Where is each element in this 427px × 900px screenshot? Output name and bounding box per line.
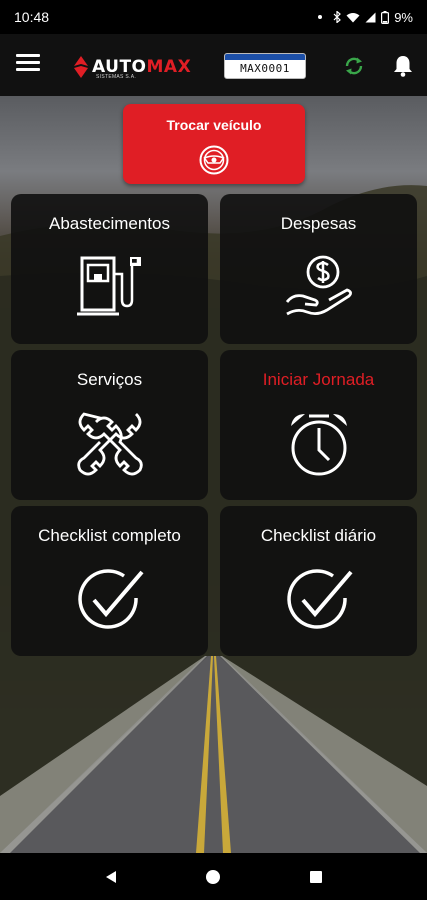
tile-label: Checklist diário	[260, 526, 377, 545]
tile-servicos[interactable]: Serviços	[11, 350, 208, 500]
main-content: Trocar veículo Abastecimentos Despesas S…	[0, 96, 427, 853]
back-button[interactable]	[96, 862, 126, 892]
tile-label: Serviços	[76, 370, 143, 389]
tile-label: Iniciar Jornada	[262, 370, 375, 389]
sync-button[interactable]	[343, 55, 365, 77]
recents-button[interactable]	[301, 862, 331, 892]
tile-abastecimentos[interactable]: Abastecimentos	[11, 194, 208, 344]
tile-checklist-completo[interactable]: Checklist completo	[11, 506, 208, 656]
system-nav-bar	[0, 853, 427, 900]
automax-logo: AUTOMAX SISTEMAS S.A.	[74, 52, 191, 82]
status-icons: 9%	[318, 10, 413, 25]
app-bar: AUTOMAX SISTEMAS S.A. MAX0001	[0, 34, 427, 96]
license-plate-button[interactable]: MAX0001	[224, 53, 306, 79]
logo-emblem-icon	[74, 56, 88, 78]
home-button[interactable]	[198, 862, 228, 892]
tile-despesas[interactable]: Despesas	[220, 194, 417, 344]
logo-subtitle: SISTEMAS S.A.	[96, 74, 137, 80]
switch-vehicle-button[interactable]: Trocar veículo	[123, 104, 305, 184]
menu-button[interactable]	[16, 54, 40, 74]
dot-icon	[318, 15, 323, 19]
steering-wheel-icon	[199, 145, 229, 175]
plate-number: MAX0001	[240, 62, 290, 75]
bluetooth-icon	[333, 11, 342, 23]
check-circle-icon	[78, 569, 144, 629]
money-hand-icon	[285, 255, 352, 316]
recents-icon	[309, 870, 322, 883]
tile-iniciar-jornada[interactable]: Iniciar Jornada	[220, 350, 417, 500]
tile-label: Despesas	[280, 214, 357, 233]
signal-icon	[365, 12, 376, 22]
back-icon	[106, 870, 117, 883]
home-icon	[206, 869, 221, 884]
status-time: 10:48	[14, 9, 50, 25]
battery-icon	[381, 10, 390, 24]
tile-checklist-diario[interactable]: Checklist diário	[220, 506, 417, 656]
fuel-pump-icon	[77, 256, 141, 316]
wrenches-icon	[77, 412, 143, 476]
logo-text-max: MAX	[146, 56, 192, 77]
notifications-button[interactable]	[392, 54, 414, 78]
bell-icon	[394, 56, 412, 77]
check-circle-icon	[287, 569, 353, 629]
wifi-icon	[346, 12, 360, 22]
tile-label: Abastecimentos	[49, 214, 170, 233]
tile-label: Checklist completo	[38, 526, 181, 545]
battery-percent: 9%	[394, 9, 413, 25]
sync-icon	[345, 57, 363, 75]
alarm-clock-icon	[291, 414, 347, 476]
switch-vehicle-label: Trocar veículo	[166, 117, 262, 133]
status-bar: 10:48 9%	[0, 0, 427, 34]
